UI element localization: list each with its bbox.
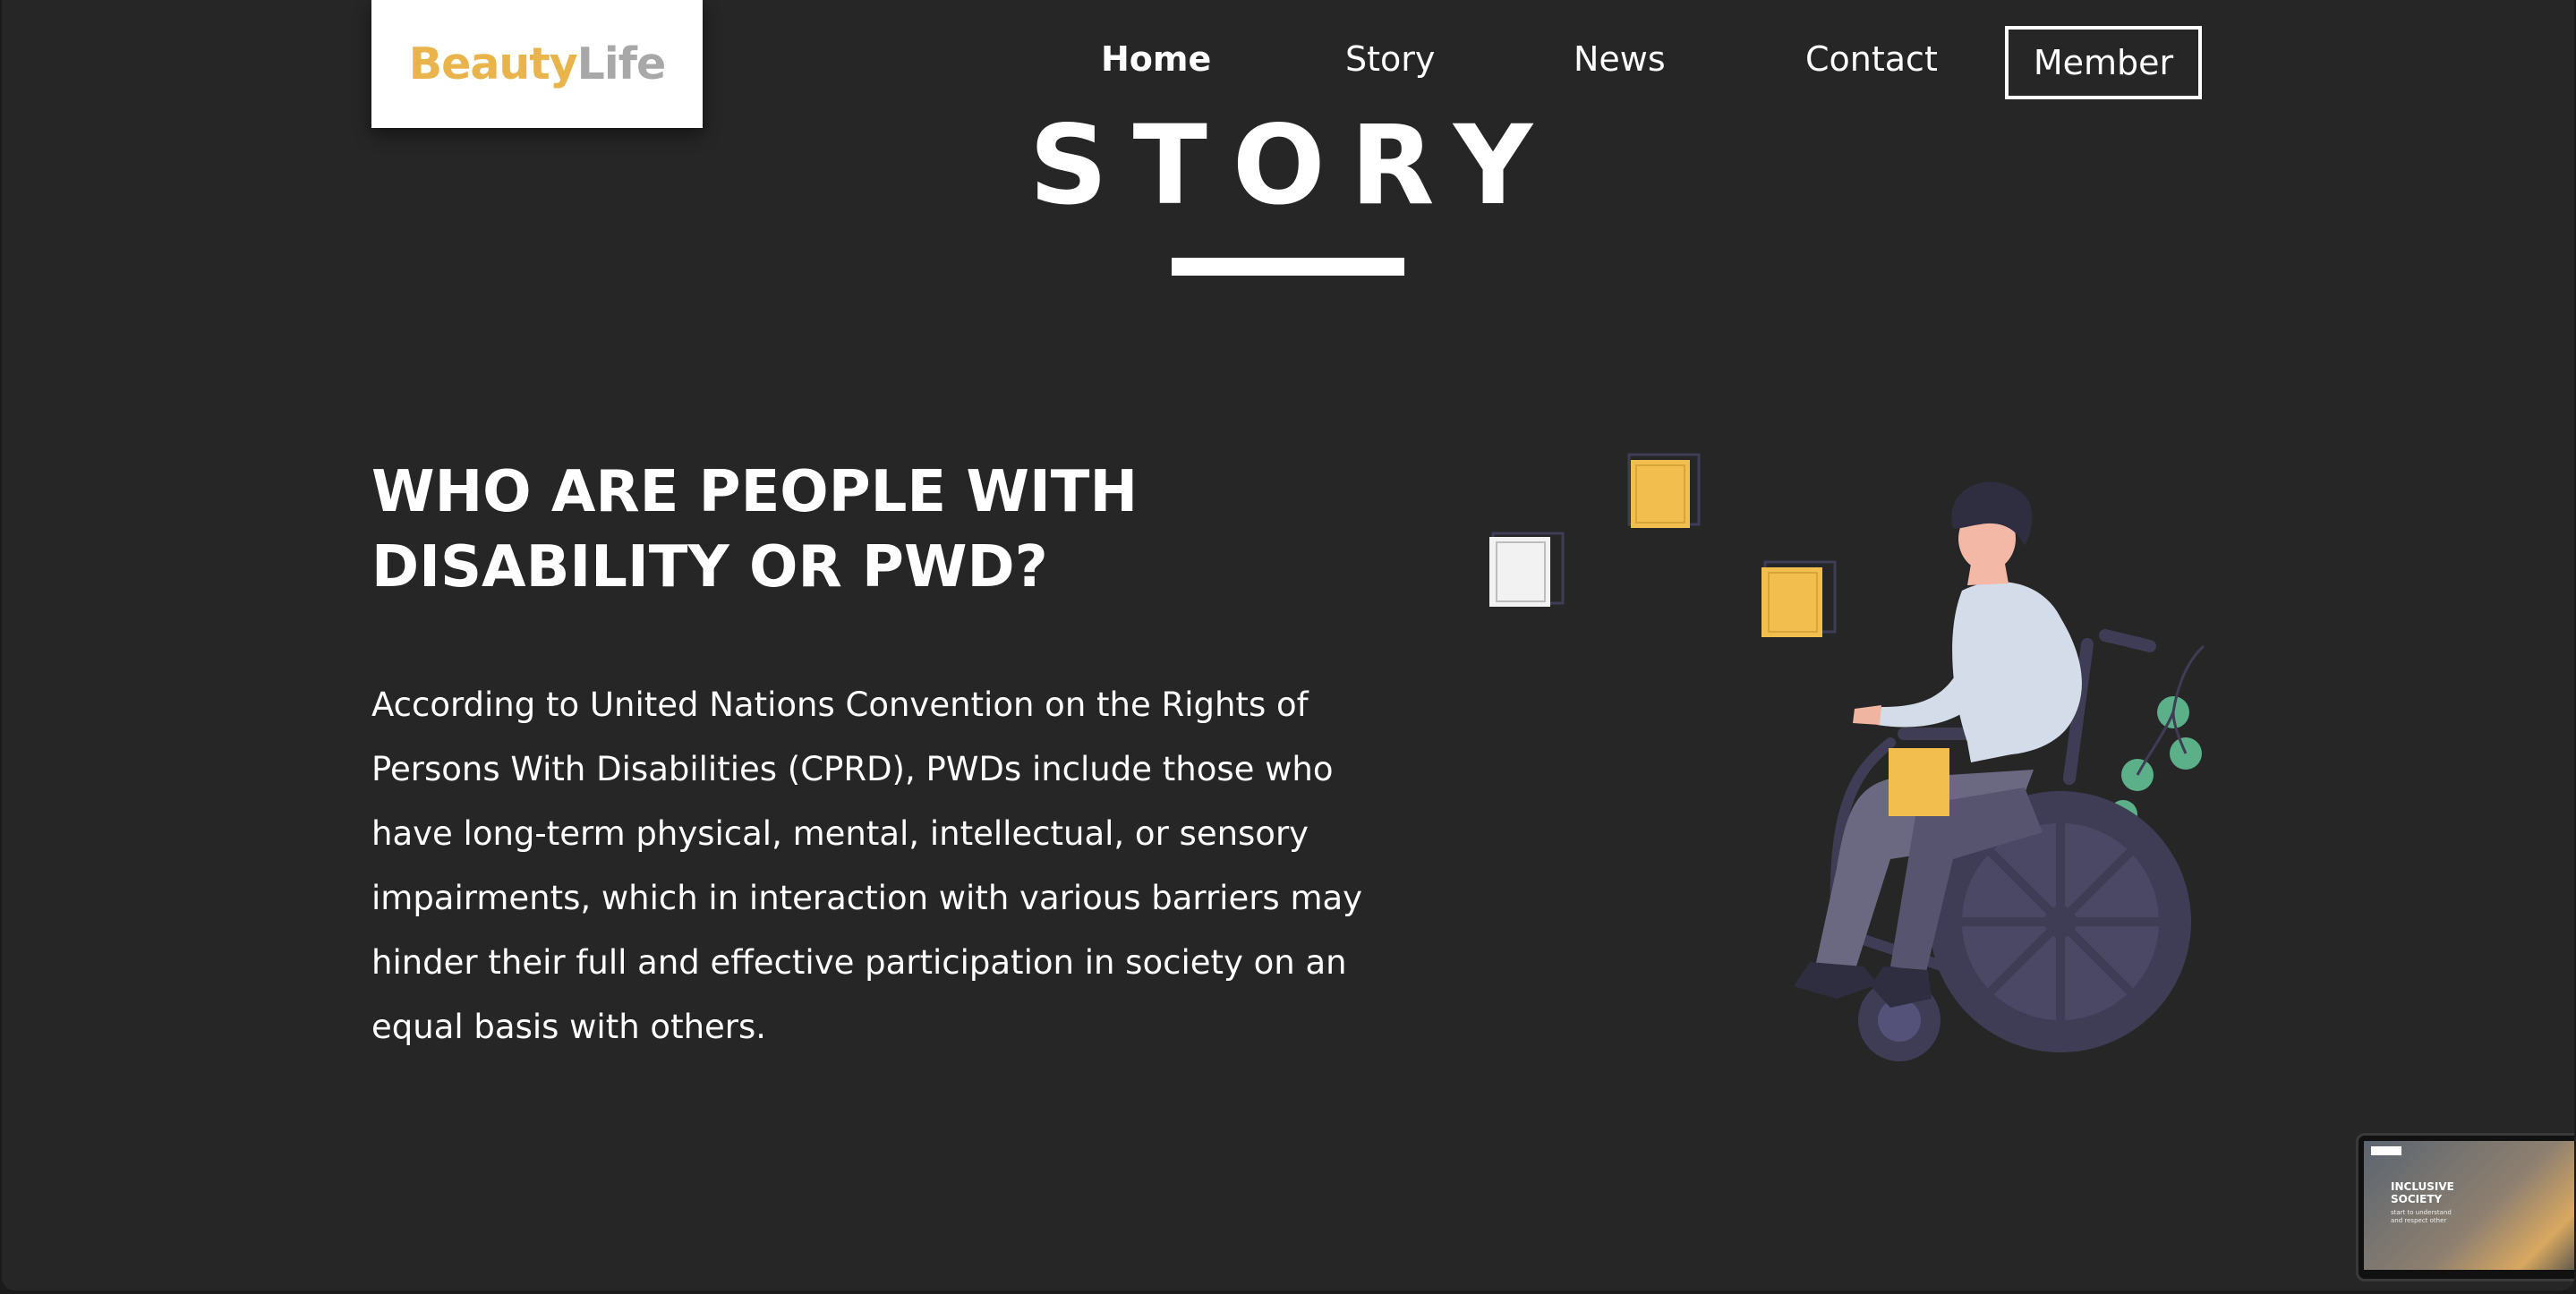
nav-contact[interactable]: Contact [1805, 39, 1938, 79]
section-heading: WHO ARE PEOPLE WITH DISABILITY OR PWD? [371, 459, 1138, 600]
member-button[interactable]: Member [2005, 26, 2202, 99]
green-leaves [2109, 644, 2205, 829]
wheelchair-illustration [1489, 453, 2205, 1061]
floating-card-yellow-2 [1761, 560, 1837, 637]
title-underline [1172, 258, 1404, 276]
brand-logo-part2: Life [576, 38, 667, 89]
nav-home[interactable]: Home [1101, 39, 1211, 79]
floating-card-white [1489, 532, 1565, 607]
preview-subtitle: start to understand and respect other [2391, 1209, 2452, 1224]
preview-screen: INCLUSIVE SOCIETY start to understand an… [2364, 1141, 2574, 1270]
preview-thumbnail[interactable]: INCLUSIVE SOCIETY start to understand an… [2356, 1133, 2574, 1281]
section-paragraph: According to United Nations Convention o… [371, 685, 1363, 1046]
page-title: STORY [1028, 102, 1558, 229]
brand-logo-part1: Beauty [408, 38, 578, 89]
page: Beauty Life Home Story News Contact Membe… [2, 0, 2574, 1290]
nav-news[interactable]: News [1574, 39, 1666, 79]
preview-logo [2371, 1146, 2401, 1155]
nav-story[interactable]: Story [1345, 39, 1435, 79]
preview-title: INCLUSIVE SOCIETY [2391, 1180, 2454, 1205]
floating-card-yellow-1 [1627, 453, 1701, 528]
